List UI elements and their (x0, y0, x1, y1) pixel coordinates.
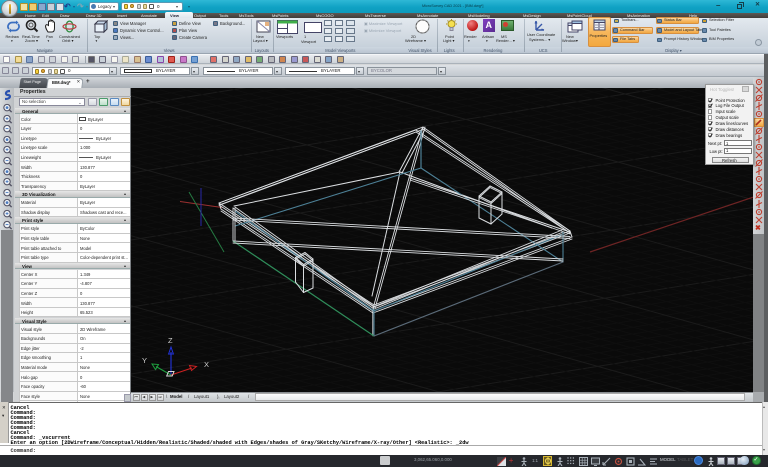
svg-text:Y: Y (142, 356, 147, 365)
svg-text:Z: Z (168, 336, 173, 345)
svg-text:X: X (204, 360, 209, 369)
